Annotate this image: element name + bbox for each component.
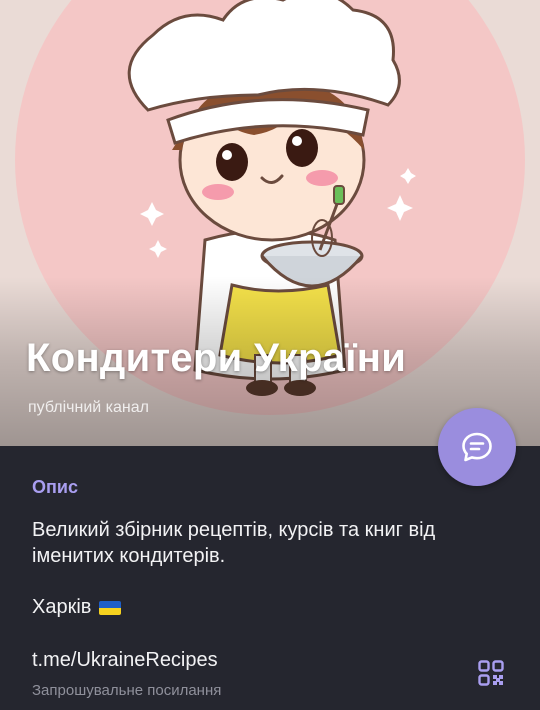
invite-link-caption: Запрошувальне посилання bbox=[32, 682, 222, 699]
invite-link[interactable]: t.me/UkraineRecipes bbox=[32, 649, 218, 672]
discussion-button[interactable] bbox=[438, 408, 516, 486]
channel-info-panel: Опис Великий збірник рецептів, курсів та… bbox=[0, 446, 540, 710]
description-section-label: Опис bbox=[32, 477, 78, 497]
channel-title: Кондитери України bbox=[26, 336, 407, 380]
city-text: Харків bbox=[32, 596, 92, 618]
channel-description: Великий збірник рецептів, курсів та книг… bbox=[32, 519, 436, 567]
chat-bubble-icon bbox=[462, 432, 492, 462]
channel-location: Харків bbox=[32, 596, 122, 619]
channel-header: Кондитери України публічний канал bbox=[0, 0, 540, 446]
qr-code-icon[interactable] bbox=[478, 660, 504, 686]
ukraine-flag-icon bbox=[99, 600, 122, 615]
channel-type-label: публічний канал bbox=[28, 399, 149, 416]
